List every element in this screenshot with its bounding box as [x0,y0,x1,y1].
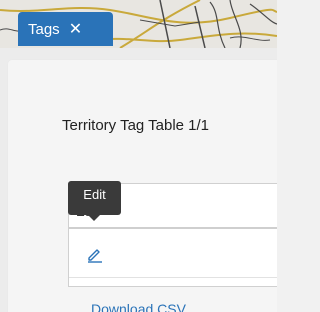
pencil-icon[interactable] [86,245,104,263]
tags-panel-window: Tags ✕ Territory Tag Table 1/1 Edit Edit… [0,0,277,312]
tab-tags-label: Tags [28,20,60,38]
download-csv-link[interactable]: Download CSV [91,301,186,312]
edit-tooltip-text: Edit [83,187,106,202]
table-row[interactable] [69,233,277,278]
close-icon[interactable]: ✕ [69,19,82,39]
table-title: Territory Tag Table 1/1 [62,117,210,134]
edit-tooltip: Edit [68,181,121,221]
tab-tags[interactable]: Tags ✕ [18,12,113,46]
